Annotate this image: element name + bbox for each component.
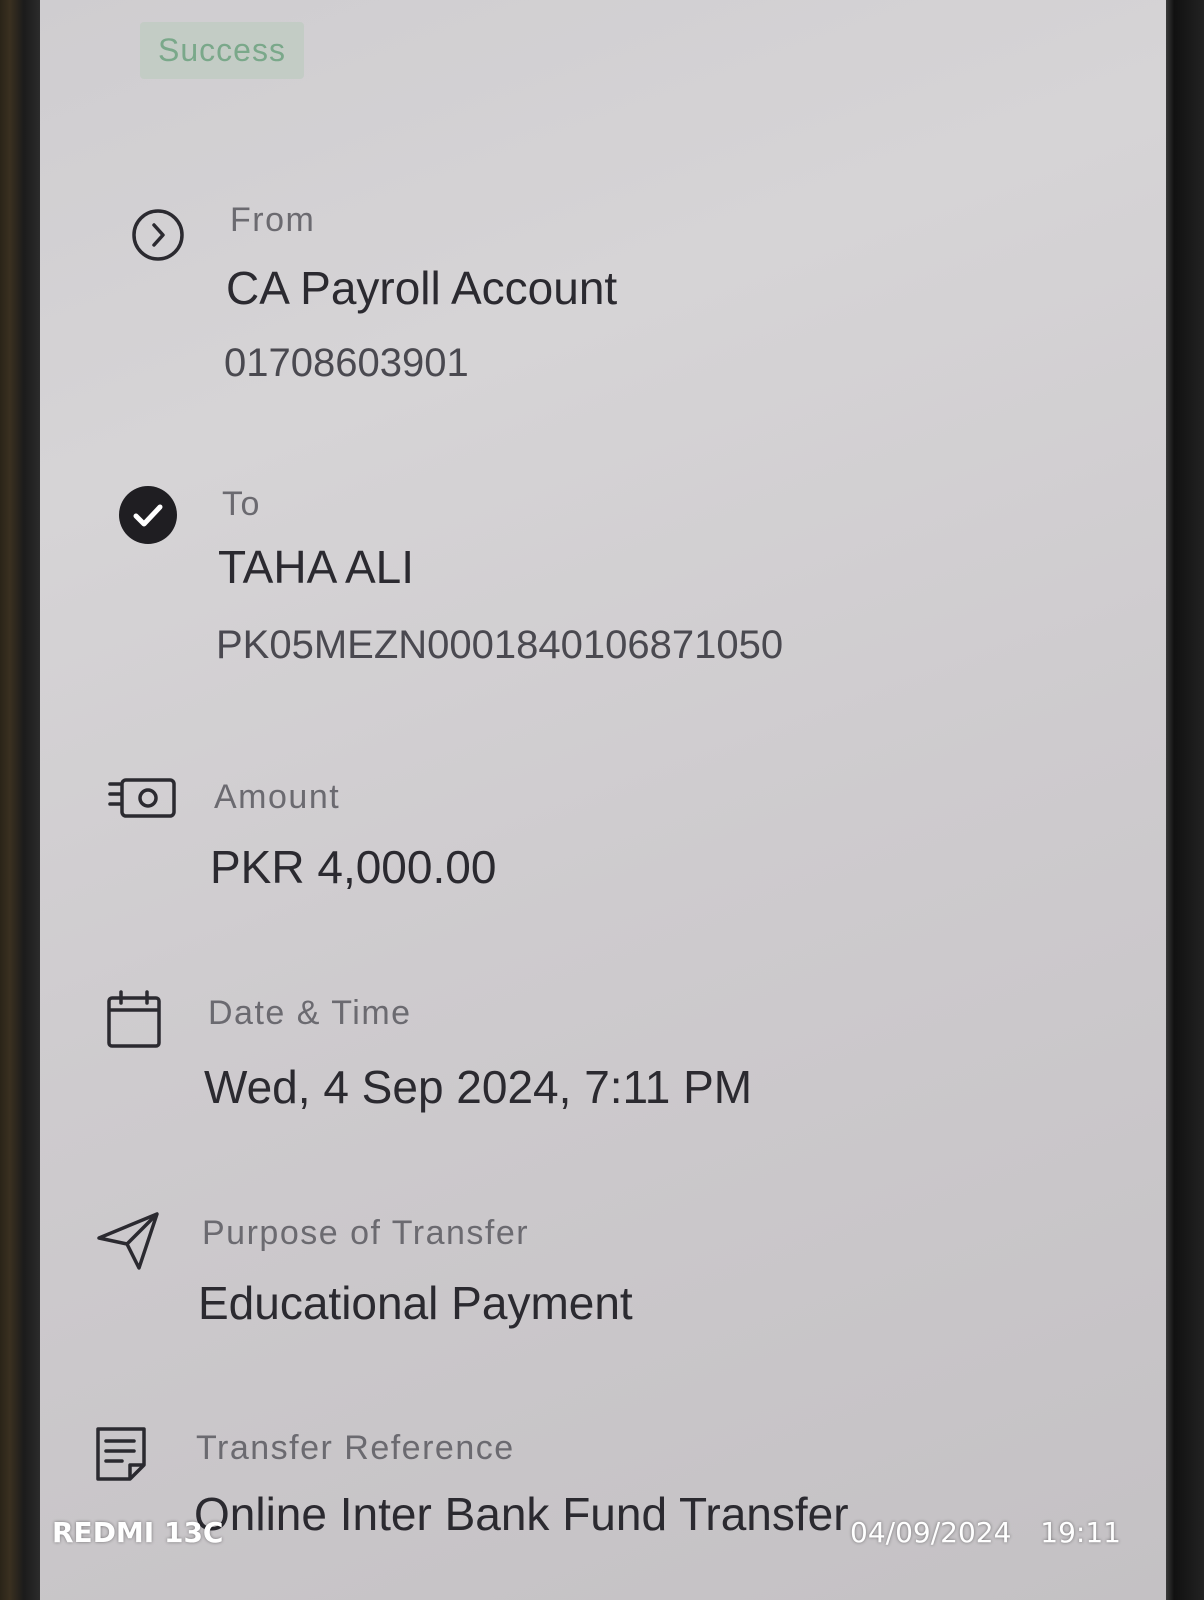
calendar-icon <box>104 990 164 1050</box>
document-icon <box>92 1425 152 1485</box>
from-account-name: CA Payroll Account <box>226 262 618 314</box>
amount-label: Amount <box>214 778 341 816</box>
phone-bezel-left <box>0 0 40 1600</box>
datetime-label: Date & Time <box>208 994 412 1032</box>
camera-datetime-watermark: 04/09/2024 19:11 <box>850 1516 1121 1549</box>
reference-label: Transfer Reference <box>196 1429 515 1467</box>
transaction-receipt-screen: Success From CA Payroll Account 01708603… <box>40 0 1166 1600</box>
check-circle-icon <box>118 485 178 545</box>
status-badge: Success <box>140 22 304 79</box>
reference-value: Online Inter Bank Fund Transfer <box>194 1488 849 1540</box>
watermark-time: 19:11 <box>1040 1516 1121 1549</box>
to-label: To <box>222 485 261 523</box>
amount-value: PKR 4,000.00 <box>210 841 497 893</box>
cash-icon <box>108 770 180 830</box>
purpose-value: Educational Payment <box>198 1277 633 1329</box>
beneficiary-name: TAHA ALI <box>218 541 415 593</box>
beneficiary-iban: PK05MEZN0001840106871050 <box>216 623 784 667</box>
purpose-label: Purpose of Transfer <box>202 1214 530 1252</box>
from-label: From <box>230 201 316 239</box>
chevron-right-circle-icon <box>128 205 188 265</box>
datetime-value: Wed, 4 Sep 2024, 7:11 PM <box>204 1061 753 1113</box>
watermark-device: REDMI 13C <box>52 1516 224 1549</box>
send-icon <box>94 1210 164 1270</box>
phone-bezel-right <box>1166 0 1204 1600</box>
watermark-date: 04/09/2024 <box>850 1516 1012 1549</box>
from-account-number: 01708603901 <box>224 341 469 385</box>
camera-device-watermark: REDMI 13C <box>52 1516 223 1549</box>
